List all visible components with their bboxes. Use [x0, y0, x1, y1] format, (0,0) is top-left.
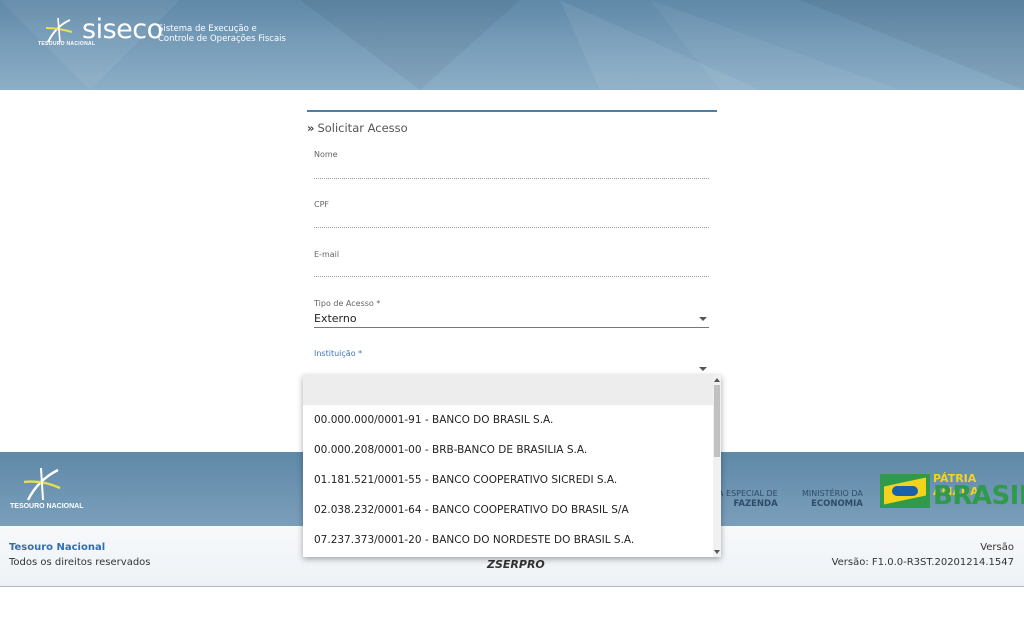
instituicao-select[interactable]: Instituição *	[314, 349, 709, 373]
dropdown-option[interactable]: 01.181.521/0001-55 - BANCO COOPERATIVO S…	[314, 474, 617, 486]
serpro-logo: ZSERPRO	[487, 558, 545, 571]
brasil-label: BRASIL	[933, 481, 1024, 511]
dropdown-scrollbar[interactable]	[713, 375, 721, 557]
app-subtitle-line1: Sistema de Execução e	[158, 24, 257, 34]
footer-org-name: Tesouro Nacional	[9, 542, 106, 553]
footer-rights: Todos os direitos reservados	[9, 557, 151, 568]
fazenda-line2: FAZENDA	[733, 499, 778, 509]
tipo-acesso-select[interactable]: Tipo de Acesso * Externo	[314, 299, 709, 331]
chevron-down-icon[interactable]	[699, 367, 707, 371]
footer-tesouro-label: TESOURO NACIONAL	[10, 503, 84, 510]
dropdown-search-input[interactable]	[303, 375, 713, 405]
fazenda-label: A ESPECIAL DE FAZENDA	[718, 489, 778, 509]
tipo-acesso-value[interactable]: Externo	[314, 312, 357, 325]
version-title: Versão	[980, 542, 1014, 553]
tipo-acesso-label: Tipo de Acesso *	[314, 299, 381, 308]
chevron-down-icon[interactable]	[699, 317, 707, 321]
nome-input-line[interactable]	[314, 178, 709, 179]
scroll-up-icon[interactable]	[714, 378, 720, 382]
tesouro-star-icon	[45, 17, 73, 43]
email-label: E-mail	[314, 250, 340, 259]
economia-label: MINISTÉRIO DA ECONOMIA	[802, 489, 863, 509]
dropdown-option[interactable]: 00.000.000/0001-91 - BANCO DO BRASIL S.A…	[314, 414, 553, 426]
brasil-flag-icon	[880, 474, 930, 508]
app-subtitle: Sistema de Execução e Controle de Operaç…	[158, 24, 286, 44]
form-title-text: Solicitar Acesso	[317, 121, 408, 135]
dropdown-option[interactable]: 00.000.208/0001-00 - BRB-BANCO DE BRASIL…	[314, 444, 587, 456]
app-brand[interactable]: siseco	[82, 14, 163, 45]
cpf-field[interactable]: CPF	[314, 200, 709, 232]
scrollbar-thumb[interactable]	[714, 385, 720, 457]
nome-label: Nome	[314, 150, 338, 159]
version-value: Versão: F1.0.0-R3ST.20201214.1547	[831, 557, 1014, 568]
instituicao-label: Instituição *	[314, 349, 363, 358]
fazenda-line1: A ESPECIAL DE	[718, 489, 778, 498]
email-field[interactable]: E-mail	[314, 250, 709, 282]
serpro-label: SERPRO	[494, 558, 545, 571]
instituicao-dropdown-menu[interactable]: 00.000.000/0001-91 - BANCO DO BRASIL S.A…	[303, 375, 721, 557]
dropdown-option[interactable]: 02.038.232/0001-64 - BANCO COOPERATIVO D…	[314, 504, 629, 516]
email-input-line[interactable]	[314, 276, 709, 277]
nome-field[interactable]: Nome	[314, 150, 709, 182]
scroll-down-icon[interactable]	[714, 550, 720, 554]
card-top-border	[307, 110, 717, 112]
form-title: » Solicitar Acesso	[307, 121, 408, 135]
tipo-acesso-underline	[314, 327, 709, 328]
double-chevron-right-icon: »	[307, 121, 315, 135]
cpf-input-line[interactable]	[314, 227, 709, 228]
serpro-mark-icon: Z	[487, 558, 495, 571]
economia-line1: MINISTÉRIO DA	[802, 489, 863, 498]
dropdown-option[interactable]: 07.237.373/0001-20 - BANCO DO NORDESTE D…	[314, 534, 634, 546]
economia-line2: ECONOMIA	[811, 499, 863, 509]
app-subtitle-line2: Controle de Operações Fiscais	[158, 34, 286, 44]
app-header: TESOURO NACIONAL siseco Sistema de Execu…	[0, 0, 1024, 90]
cpf-label: CPF	[314, 200, 330, 209]
tesouro-nacional-logo-icon	[23, 467, 61, 501]
